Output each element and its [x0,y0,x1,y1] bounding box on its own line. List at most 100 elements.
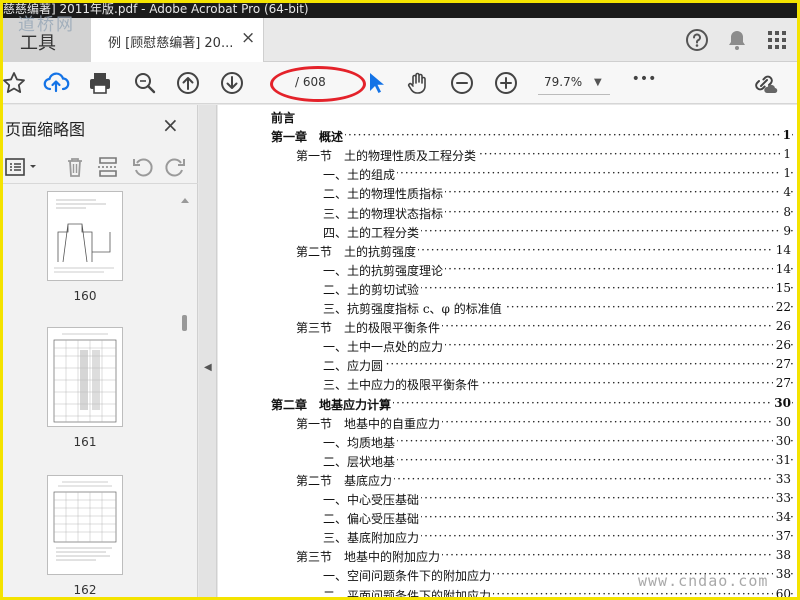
zoom-in-icon[interactable] [492,69,520,97]
print-icon[interactable] [86,69,114,97]
toc-entry[interactable]: 一、土的抗剪强度理论 ······························… [218,261,793,280]
bell-icon[interactable] [724,27,750,53]
toc-entry[interactable]: 三、基底附加应力 ································… [218,528,793,547]
toc-entry-page: 30 [771,395,791,410]
rotate-right-icon[interactable] [162,154,188,180]
toc-entry-title: 二、应力圆 [323,357,386,375]
tab-close-icon[interactable]: × [241,28,255,48]
panel-close-icon[interactable]: × [162,113,179,137]
thumbnail-content [53,333,117,423]
toc-entry[interactable]: 二、偏心受压基础 ································… [218,509,793,528]
toc-entry[interactable]: 三、抗剪强度指标 c、φ 的标准值 ·······················… [218,299,793,318]
zoom-out-icon[interactable] [448,69,476,97]
previous-page-icon[interactable] [174,69,202,97]
toc-entry[interactable]: 第二节 土的抗剪强度 ······························… [218,242,793,261]
toc-entry-page: 26 [772,338,791,353]
window-title-bar: 慈慈编著] 2011年版.pdf - Adobe Acrobat Pro (64… [0,0,800,18]
zoom-level-select[interactable]: 79.7% ▼ [538,71,610,95]
thumbnail-page-number: 160 [73,289,97,303]
toc-entry-page: 15 [772,280,791,295]
delete-page-icon[interactable] [62,154,88,180]
toc-entry-title: 第二节 基底应力 [296,471,395,489]
rotate-left-icon[interactable] [130,154,156,180]
toc-entry[interactable]: 三、土的物理状态指标 ······························… [218,204,793,223]
thumbnail-toolbar [0,150,198,184]
toc-entry[interactable]: 一、土的组成 ··································… [218,165,793,184]
toc-entry-title: 一、土中一点处的应力 [323,338,446,356]
bookmark-star-icon[interactable] [0,69,28,97]
toc-entry-title: 第二章 地基应力计算 [271,395,394,413]
more-tools-button[interactable]: ••• [630,71,658,99]
toc-entry[interactable]: 第二章 地基应力计算 ······························… [218,395,793,414]
thumbnail-options-icon[interactable] [3,154,41,180]
toc-entry-page: 60 [772,586,791,600]
panel-splitter[interactable]: ◀ [199,105,217,600]
toc-entry-page: 14 [772,261,791,276]
next-page-icon[interactable] [218,69,246,97]
toc-entry-page: 9 [780,223,791,238]
toc-entry[interactable]: 第三节 土的极限平衡条件 ····························… [218,318,793,337]
toc-entry-title: 第三节 地基中的附加应力 [296,548,443,566]
help-icon[interactable] [684,27,710,53]
toc-entry-page: 27 [772,376,791,391]
hand-tool-icon[interactable] [404,69,432,97]
page-thumbnail-161[interactable] [47,327,123,427]
thumbnail-scrollbar[interactable] [178,195,192,600]
toc-entry[interactable]: 第一节 土的物理性质及工程分类 ·························… [218,146,793,165]
toc-entry-title: 二、土的剪切试验 [323,280,422,298]
toc-entry[interactable]: 四、土的工程分类 ································… [218,223,793,242]
share-link-cloud-icon[interactable] [750,69,778,97]
toc-entry-title: 三、土中应力的极限平衡条件 [323,376,482,394]
scrollbar-thumb[interactable] [182,315,187,331]
document-view[interactable]: 前言 第一章 概述 ································… [218,105,800,600]
thumbnail-content [54,199,114,273]
toc-entry[interactable]: 一、中心受压基础 ································… [218,490,793,509]
toc-entry-title: 一、空间问题条件下的附加应力 [323,567,494,585]
toc-entry-page: 1 [779,128,791,143]
watermark-logo: 道桥网 [18,15,75,35]
search-zoom-icon[interactable] [131,69,159,97]
select-cursor-icon[interactable] [362,69,390,97]
toc-entry[interactable]: 第二节 基底应力 ································… [218,471,793,490]
toc-entry[interactable]: 二、土的物理性质指标 ······························… [218,184,793,203]
toc-entry[interactable]: 二、应力圆 ···································… [218,356,793,375]
page-thumbnail-162[interactable] [47,475,123,575]
toc-entry[interactable]: 第三节 地基中的附加应力 ····························… [218,547,793,566]
tab-document-label: 例 [顾慰慈编著] 20... [108,36,234,51]
toc-leader-dots: ········································… [271,128,793,143]
toc-entry-title: 第一节 地基中的自重应力 [296,414,443,432]
page-thumbnails-panel: 页面缩略图 × 160 161 162 [0,105,198,600]
toc-entry-title: 三、土的物理状态指标 [323,204,446,222]
toc-entry-page: 30 [772,414,791,429]
toc-entry[interactable]: 第一节 地基中的自重应力 ····························… [218,414,793,433]
cloud-upload-icon[interactable] [42,69,70,97]
toc-entry-page: 31 [772,452,791,467]
zoom-level-value: 79.7% [544,75,583,89]
toc-entry[interactable]: 前言 [218,108,793,127]
toc-entry[interactable]: 一、均质地基 ··································… [218,433,793,452]
page-thumbnail-160[interactable] [47,191,123,281]
toc-entry[interactable]: 二、层状地基 ··································… [218,452,793,471]
toc-entry[interactable]: 一、土中一点处的应力 ······························… [218,337,793,356]
toc-entry[interactable]: 二、土的剪切试验 ································… [218,280,793,299]
toc-entry-title: 一、均质地基 [323,433,398,451]
toc-entry-page: 33 [772,471,791,486]
toc-entry-title: 二、土的物理性质指标 [323,185,446,203]
collapse-panel-icon[interactable]: ◀ [204,362,212,373]
insert-page-icon[interactable] [95,154,121,180]
scroll-up-icon[interactable] [178,195,192,205]
toc-leader-dots: ········································… [323,357,793,372]
toc-entry-title: 第一章 概述 [271,128,346,146]
toc-entry-title: 一、土的抗剪强度理论 [323,261,446,279]
toc-entry-title: 二、偏心受压基础 [323,510,422,528]
toc-entry-title: 二、层状地基 [323,452,398,470]
panel-title: 页面缩略图 [5,120,86,139]
toc-entry-title: 二、平面问题条件下的附加应力 [323,586,494,600]
toc-entry-page: 37 [772,529,791,544]
toc-entry[interactable]: 三、土中应力的极限平衡条件 ···························… [218,375,793,394]
tab-document[interactable]: 例 [顾慰慈编著] 20... × [91,18,264,63]
apps-grid-icon[interactable] [764,27,790,53]
toc-entry-page: 1 [780,147,791,162]
toc-entry[interactable]: 第一章 概述 ··································… [218,127,793,146]
highlight-annotation-ellipse [270,66,366,102]
